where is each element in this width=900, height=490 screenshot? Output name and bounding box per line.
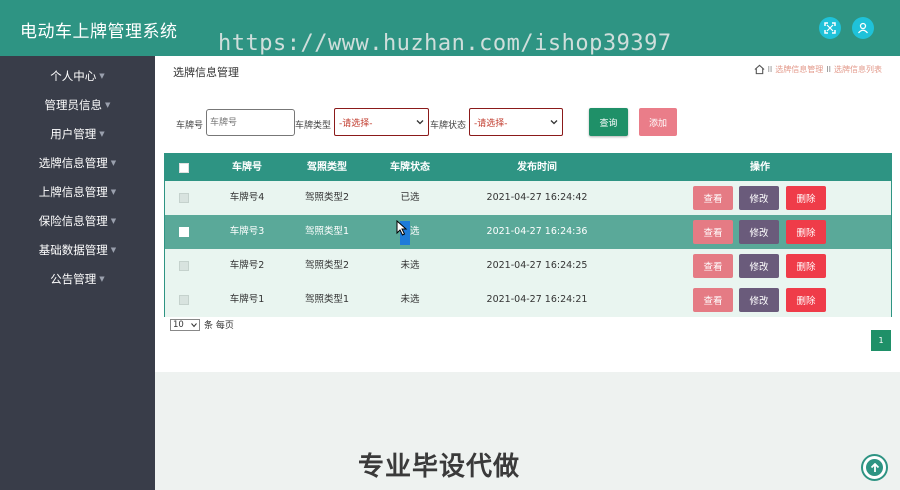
slogan-text: 专业毕设代做 <box>358 452 521 482</box>
cell-status: 已选 <box>400 192 420 203</box>
edit-button[interactable]: 修改 <box>739 288 779 312</box>
row-checkbox[interactable] <box>179 295 189 305</box>
breadcrumb: II 选牌信息管理 II 选牌信息列表 <box>754 64 882 75</box>
delete-button[interactable]: 删除 <box>786 254 826 278</box>
row-checkbox[interactable] <box>179 227 189 237</box>
sidebar-item-user-management[interactable]: 用户管理 ▼ <box>0 121 155 147</box>
row-checkbox[interactable] <box>179 261 189 271</box>
cell-plate: 车牌号3 <box>229 226 265 237</box>
sidebar-item-insurance[interactable]: 保险信息管理 ▼ <box>0 208 155 234</box>
type-filter-label: 车牌类型 <box>295 121 332 131</box>
view-button[interactable]: 查看 <box>693 220 733 244</box>
delete-button[interactable]: 删除 <box>786 288 826 312</box>
sidebar-item-announcements[interactable]: 公告管理 ▼ <box>0 266 155 292</box>
sidebar: 个人中心 ▼ 管理员信息 ▼ 用户管理 ▼ 选牌信息管理 ▼ 上牌信息管理 ▼ 保险信息管… <box>0 56 155 490</box>
cell-time: 2021-04-27 16:24:42 <box>486 192 588 203</box>
caret-down-icon: ▼ <box>99 72 105 80</box>
edit-button[interactable]: 修改 <box>739 254 779 278</box>
caret-down-icon: ▼ <box>105 101 111 109</box>
row-checkbox[interactable] <box>179 193 189 203</box>
column-header-time: 发布时间 <box>517 162 557 173</box>
view-button[interactable]: 查看 <box>693 186 733 210</box>
pagination-size: 10 条 每页 <box>170 318 234 331</box>
sidebar-item-personal-center[interactable]: 个人中心 ▼ <box>0 63 155 89</box>
fullscreen-icon <box>824 22 836 34</box>
plate-search-input[interactable] <box>206 109 295 136</box>
type-select[interactable]: -请选择- <box>334 108 429 136</box>
cell-time: 2021-04-27 16:24:21 <box>486 294 588 305</box>
user-icon <box>857 22 869 34</box>
cell-time: 2021-04-27 16:24:25 <box>486 260 588 271</box>
caret-down-icon: ▼ <box>99 130 105 138</box>
cell-plate: 车牌号4 <box>229 192 265 203</box>
sidebar-item-plate-selection[interactable]: 选牌信息管理 ▼ <box>0 150 155 176</box>
cell-license-type: 驾照类型1 <box>304 226 350 237</box>
view-button[interactable]: 查看 <box>693 254 733 278</box>
status-select[interactable]: -请选择- <box>469 108 563 136</box>
edit-button[interactable]: 修改 <box>739 220 779 244</box>
top-bar: 电动车上牌管理系统 <box>0 0 900 56</box>
cell-status: 未选 <box>400 294 420 305</box>
column-header-actions: 操作 <box>750 162 770 173</box>
table-row: 车牌号4 驾照类型2 已选 2021-04-27 16:24:42 查看 修改 … <box>165 181 891 215</box>
delete-button[interactable]: 删除 <box>786 186 826 210</box>
table-row: 车牌号3 驾照类型1 已选 2021-04-27 16:24:36 查看 修改 … <box>165 215 891 249</box>
sidebar-item-basic-data[interactable]: 基础数据管理 ▼ <box>0 237 155 263</box>
plate-filter-label: 车牌号 <box>176 121 204 131</box>
table-header: 车牌号 驾照类型 车牌状态 发布时间 操作 <box>165 154 891 181</box>
caret-down-icon: ▼ <box>110 246 117 254</box>
query-button[interactable]: 查询 <box>589 108 628 136</box>
per-page-label: 条 每页 <box>204 321 234 331</box>
cell-status: 未选 <box>400 260 420 271</box>
page-number-button[interactable]: 1 <box>871 330 891 351</box>
sidebar-item-plate-registration[interactable]: 上牌信息管理 ▼ <box>0 179 155 205</box>
table-row: 车牌号1 驾照类型1 未选 2021-04-27 16:24:21 查看 修改 … <box>165 283 891 317</box>
add-button[interactable]: 添加 <box>639 108 677 136</box>
breadcrumb-item[interactable]: 选牌信息管理 <box>775 64 823 75</box>
chevron-down-icon <box>416 120 424 125</box>
chevron-down-icon <box>191 322 197 327</box>
arrow-up-icon <box>870 462 879 472</box>
page-title: 选牌信息管理 <box>173 66 239 79</box>
cell-license-type: 驾照类型2 <box>304 192 350 203</box>
column-header-license-type: 驾照类型 <box>307 162 347 173</box>
mouse-cursor-icon <box>396 220 408 236</box>
edit-button[interactable]: 修改 <box>739 186 779 210</box>
chevron-down-icon <box>550 120 558 125</box>
page-size-select[interactable]: 10 <box>170 318 200 331</box>
cell-license-type: 驾照类型2 <box>304 260 350 271</box>
lower-background <box>155 372 900 490</box>
select-all-checkbox[interactable] <box>179 163 189 173</box>
sidebar-item-admin-info[interactable]: 管理员信息 ▼ <box>0 92 155 118</box>
plate-table: 车牌号 驾照类型 车牌状态 发布时间 操作 车牌号4 驾照类型2 已选 2021… <box>164 153 892 317</box>
caret-down-icon: ▼ <box>99 275 105 283</box>
cell-status: 已选 <box>370 215 450 249</box>
caret-down-icon: ▼ <box>110 188 117 196</box>
column-header-plate: 车牌号 <box>232 162 262 173</box>
caret-down-icon: ▼ <box>110 159 117 167</box>
fullscreen-button[interactable] <box>819 17 841 39</box>
cell-time: 2021-04-27 16:24:36 <box>486 226 588 237</box>
cell-license-type: 驾照类型1 <box>304 294 350 305</box>
delete-button[interactable]: 删除 <box>786 220 826 244</box>
status-filter-label: 车牌状态 <box>430 121 467 131</box>
view-button[interactable]: 查看 <box>693 288 733 312</box>
cell-plate: 车牌号1 <box>229 294 265 305</box>
user-button[interactable] <box>852 17 874 39</box>
table-row: 车牌号2 驾照类型2 未选 2021-04-27 16:24:25 查看 修改 … <box>165 249 891 283</box>
column-header-status: 车牌状态 <box>390 162 430 173</box>
home-icon[interactable] <box>754 64 765 75</box>
cell-plate: 车牌号2 <box>229 260 265 271</box>
app-title: 电动车上牌管理系统 <box>20 22 178 42</box>
caret-down-icon: ▼ <box>110 217 117 225</box>
scroll-to-top-button[interactable] <box>861 454 888 481</box>
breadcrumb-item[interactable]: 选牌信息列表 <box>834 64 882 75</box>
